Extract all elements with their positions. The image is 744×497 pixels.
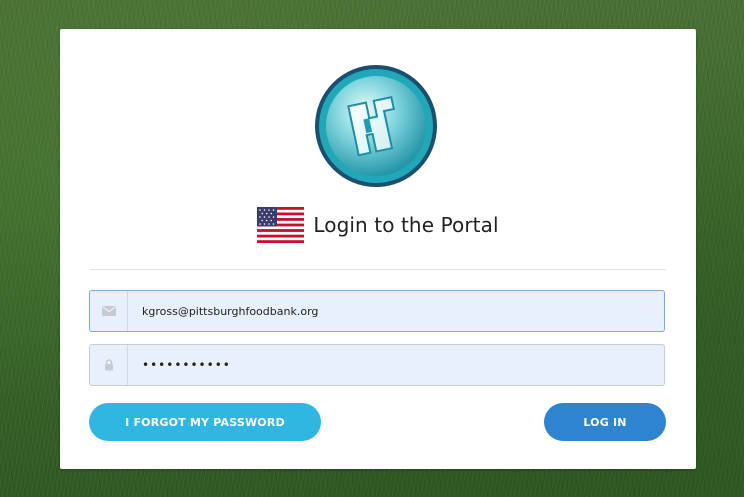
- password-input[interactable]: [128, 345, 664, 385]
- login-heading: Login to the Portal: [60, 207, 696, 243]
- password-field[interactable]: [89, 344, 665, 386]
- us-flag-icon[interactable]: [257, 207, 305, 243]
- divider: [90, 269, 666, 270]
- email-field[interactable]: [89, 290, 665, 332]
- page-title: Login to the Portal: [313, 213, 499, 237]
- envelope-icon: [90, 291, 128, 331]
- portal-logo: [315, 65, 437, 187]
- email-input[interactable]: [128, 291, 664, 331]
- login-button[interactable]: LOG IN: [544, 403, 666, 441]
- lock-icon: [90, 345, 128, 385]
- forgot-password-button[interactable]: I FORGOT MY PASSWORD: [89, 403, 321, 441]
- login-card: Login to the Portal I FORGOT MY PASSWORD…: [60, 29, 696, 469]
